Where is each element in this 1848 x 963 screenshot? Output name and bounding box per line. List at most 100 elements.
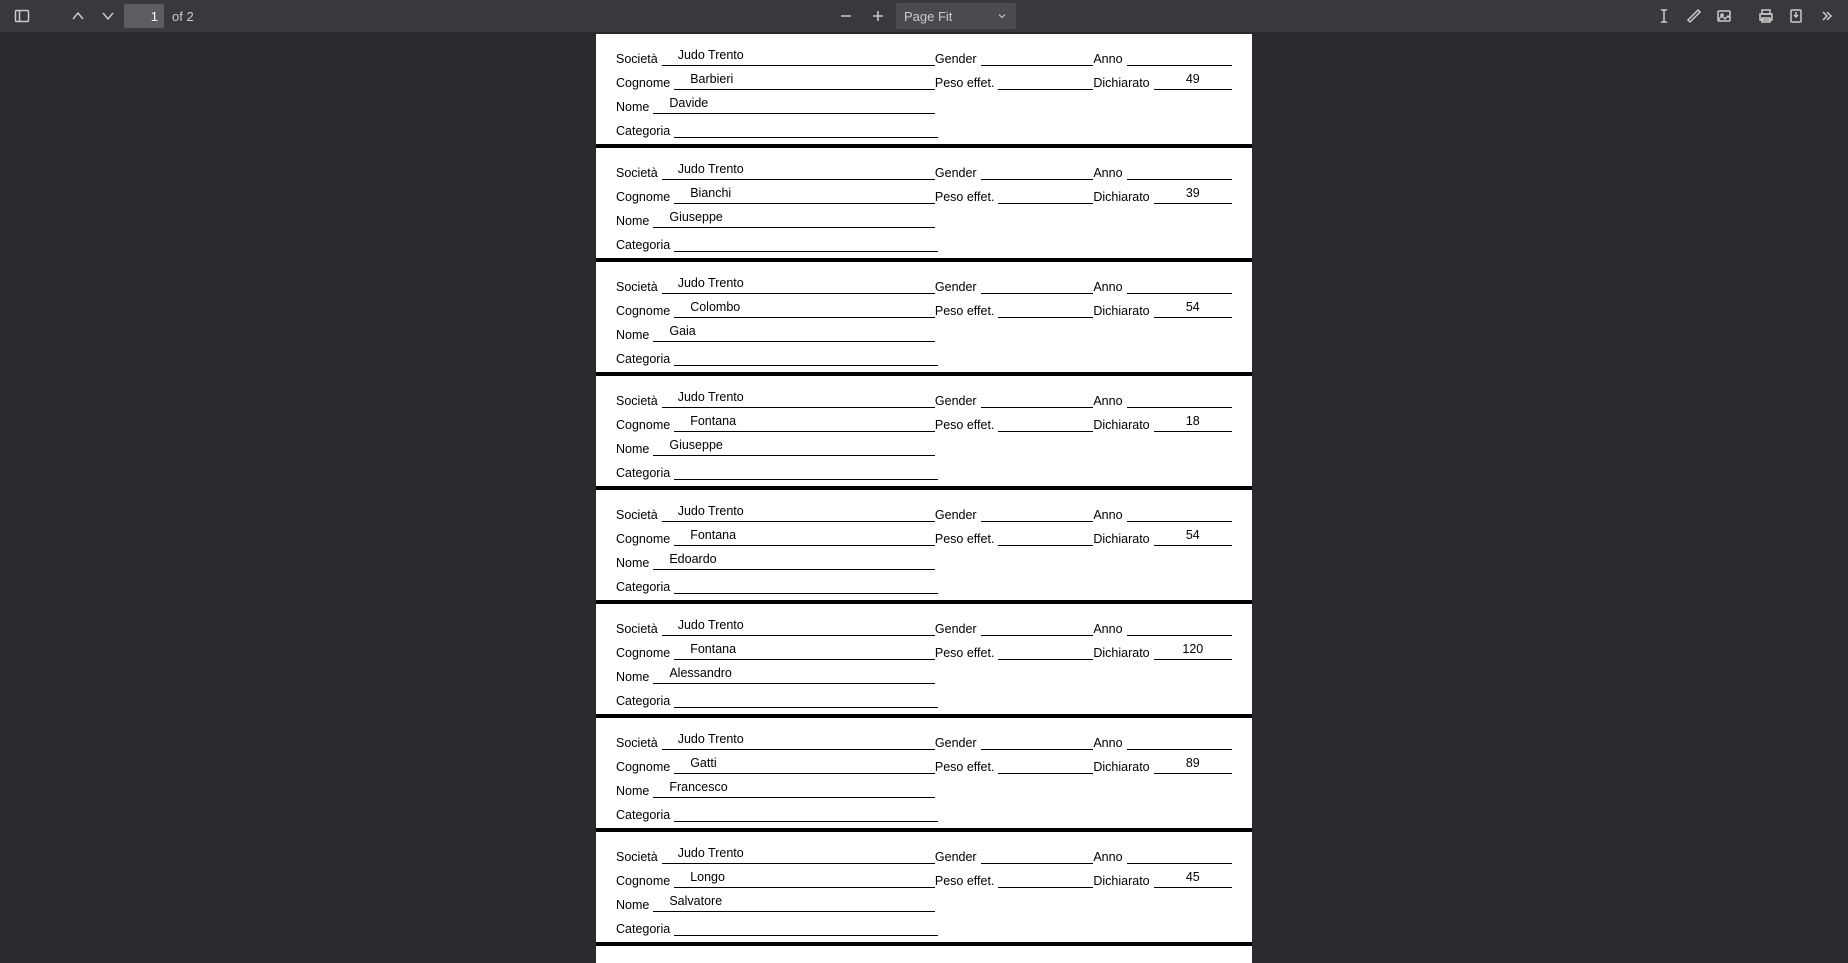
label-peso: Peso effet.: [935, 190, 999, 204]
tools-menu-button[interactable]: [1812, 2, 1840, 30]
value-categoria: [674, 348, 938, 366]
label-gender: Gender: [935, 52, 981, 66]
label-gender: Gender: [935, 280, 981, 294]
label-cognome: Cognome: [616, 190, 674, 204]
label-nome: Nome: [616, 214, 653, 228]
form-record: SocietàJudo TrentoCognomeBianchiNomeGius…: [596, 148, 1252, 262]
label-nome: Nome: [616, 784, 653, 798]
label-peso: Peso effet.: [935, 646, 999, 660]
download-button[interactable]: [1782, 2, 1810, 30]
value-categoria: [674, 120, 938, 138]
label-gender: Gender: [935, 394, 981, 408]
label-gender: Gender: [935, 736, 981, 750]
value-gender: [981, 390, 1094, 408]
value-peso: [998, 528, 1093, 546]
label-peso: Peso effet.: [935, 304, 999, 318]
value-dichiarato: 120: [1154, 642, 1232, 660]
label-peso: Peso effet.: [935, 76, 999, 90]
zoom-select-label: Page Fit: [904, 9, 952, 24]
value-societa: Judo Trento: [662, 48, 935, 66]
value-cognome: Gatti: [674, 756, 935, 774]
label-cognome: Cognome: [616, 646, 674, 660]
label-categoria: Categoria: [616, 238, 674, 252]
label-categoria: Categoria: [616, 580, 674, 594]
value-anno: [1127, 390, 1232, 408]
zoom-in-button[interactable]: [864, 2, 892, 30]
label-cognome: Cognome: [616, 532, 674, 546]
value-categoria: [674, 804, 938, 822]
image-tool-button[interactable]: [1710, 2, 1738, 30]
prev-page-button[interactable]: [64, 2, 92, 30]
value-cognome: Fontana: [674, 528, 935, 546]
label-societa: Società: [616, 166, 662, 180]
value-cognome: Barbieri: [674, 72, 935, 90]
value-anno: [1127, 618, 1232, 636]
label-anno: Anno: [1093, 508, 1126, 522]
value-peso: [998, 186, 1093, 204]
value-societa: Judo Trento: [662, 504, 935, 522]
label-dichiarato: Dichiarato: [1093, 874, 1153, 888]
next-page-button[interactable]: [94, 2, 122, 30]
form-record: SocietàJudo TrentoCognomeFontanaNomeEdoa…: [596, 490, 1252, 604]
label-dichiarato: Dichiarato: [1093, 190, 1153, 204]
label-gender: Gender: [935, 622, 981, 636]
label-societa: Società: [616, 280, 662, 294]
page-total-label: of 2: [172, 9, 194, 24]
label-categoria: Categoria: [616, 466, 674, 480]
label-societa: Società: [616, 850, 662, 864]
label-societa: Società: [616, 736, 662, 750]
value-dichiarato: 54: [1154, 528, 1232, 546]
value-dichiarato: 39: [1154, 186, 1232, 204]
value-anno: [1127, 504, 1232, 522]
value-cognome: Colombo: [674, 300, 935, 318]
label-societa: Società: [616, 394, 662, 408]
label-gender: Gender: [935, 508, 981, 522]
value-anno: [1127, 846, 1232, 864]
label-cognome: Cognome: [616, 874, 674, 888]
value-cognome: Longo: [674, 870, 935, 888]
value-anno: [1127, 276, 1232, 294]
value-societa: Judo Trento: [662, 162, 935, 180]
sidebar-toggle-button[interactable]: [8, 2, 36, 30]
label-dichiarato: Dichiarato: [1093, 304, 1153, 318]
value-peso: [998, 300, 1093, 318]
label-cognome: Cognome: [616, 304, 674, 318]
value-societa: Judo Trento: [662, 846, 935, 864]
value-gender: [981, 276, 1094, 294]
value-anno: [1127, 162, 1232, 180]
value-peso: [998, 870, 1093, 888]
value-gender: [981, 504, 1094, 522]
label-anno: Anno: [1093, 736, 1126, 750]
value-nome: Alessandro: [653, 666, 935, 684]
label-anno: Anno: [1093, 394, 1126, 408]
label-peso: Peso effet.: [935, 760, 999, 774]
value-anno: [1127, 732, 1232, 750]
label-dichiarato: Dichiarato: [1093, 532, 1153, 546]
value-cognome: Bianchi: [674, 186, 935, 204]
value-societa: Judo Trento: [662, 618, 935, 636]
label-nome: Nome: [616, 670, 653, 684]
label-categoria: Categoria: [616, 922, 674, 936]
value-gender: [981, 846, 1094, 864]
page-number-input[interactable]: [124, 4, 164, 28]
draw-tool-button[interactable]: [1680, 2, 1708, 30]
print-button[interactable]: [1752, 2, 1780, 30]
form-record: SocietàJudo TrentoCognomeFontanaNomeAles…: [596, 604, 1252, 718]
value-dichiarato: 18: [1154, 414, 1232, 432]
value-nome: Gaia: [653, 324, 935, 342]
label-peso: Peso effet.: [935, 874, 999, 888]
label-nome: Nome: [616, 328, 653, 342]
label-categoria: Categoria: [616, 352, 674, 366]
label-peso: Peso effet.: [935, 532, 999, 546]
form-record: SocietàJudo TrentoCognomeFontanaNomeGius…: [596, 376, 1252, 490]
value-nome: Francesco: [653, 780, 935, 798]
value-dichiarato: 45: [1154, 870, 1232, 888]
label-dichiarato: Dichiarato: [1093, 76, 1153, 90]
value-categoria: [674, 690, 938, 708]
value-societa: Judo Trento: [662, 390, 935, 408]
zoom-out-button[interactable]: [832, 2, 860, 30]
text-tool-button[interactable]: [1650, 2, 1678, 30]
document-viewport[interactable]: SocietàJudo TrentoCognomeBarbieriNomeDav…: [0, 32, 1848, 963]
label-gender: Gender: [935, 166, 981, 180]
zoom-select[interactable]: Page Fit: [896, 3, 1016, 29]
